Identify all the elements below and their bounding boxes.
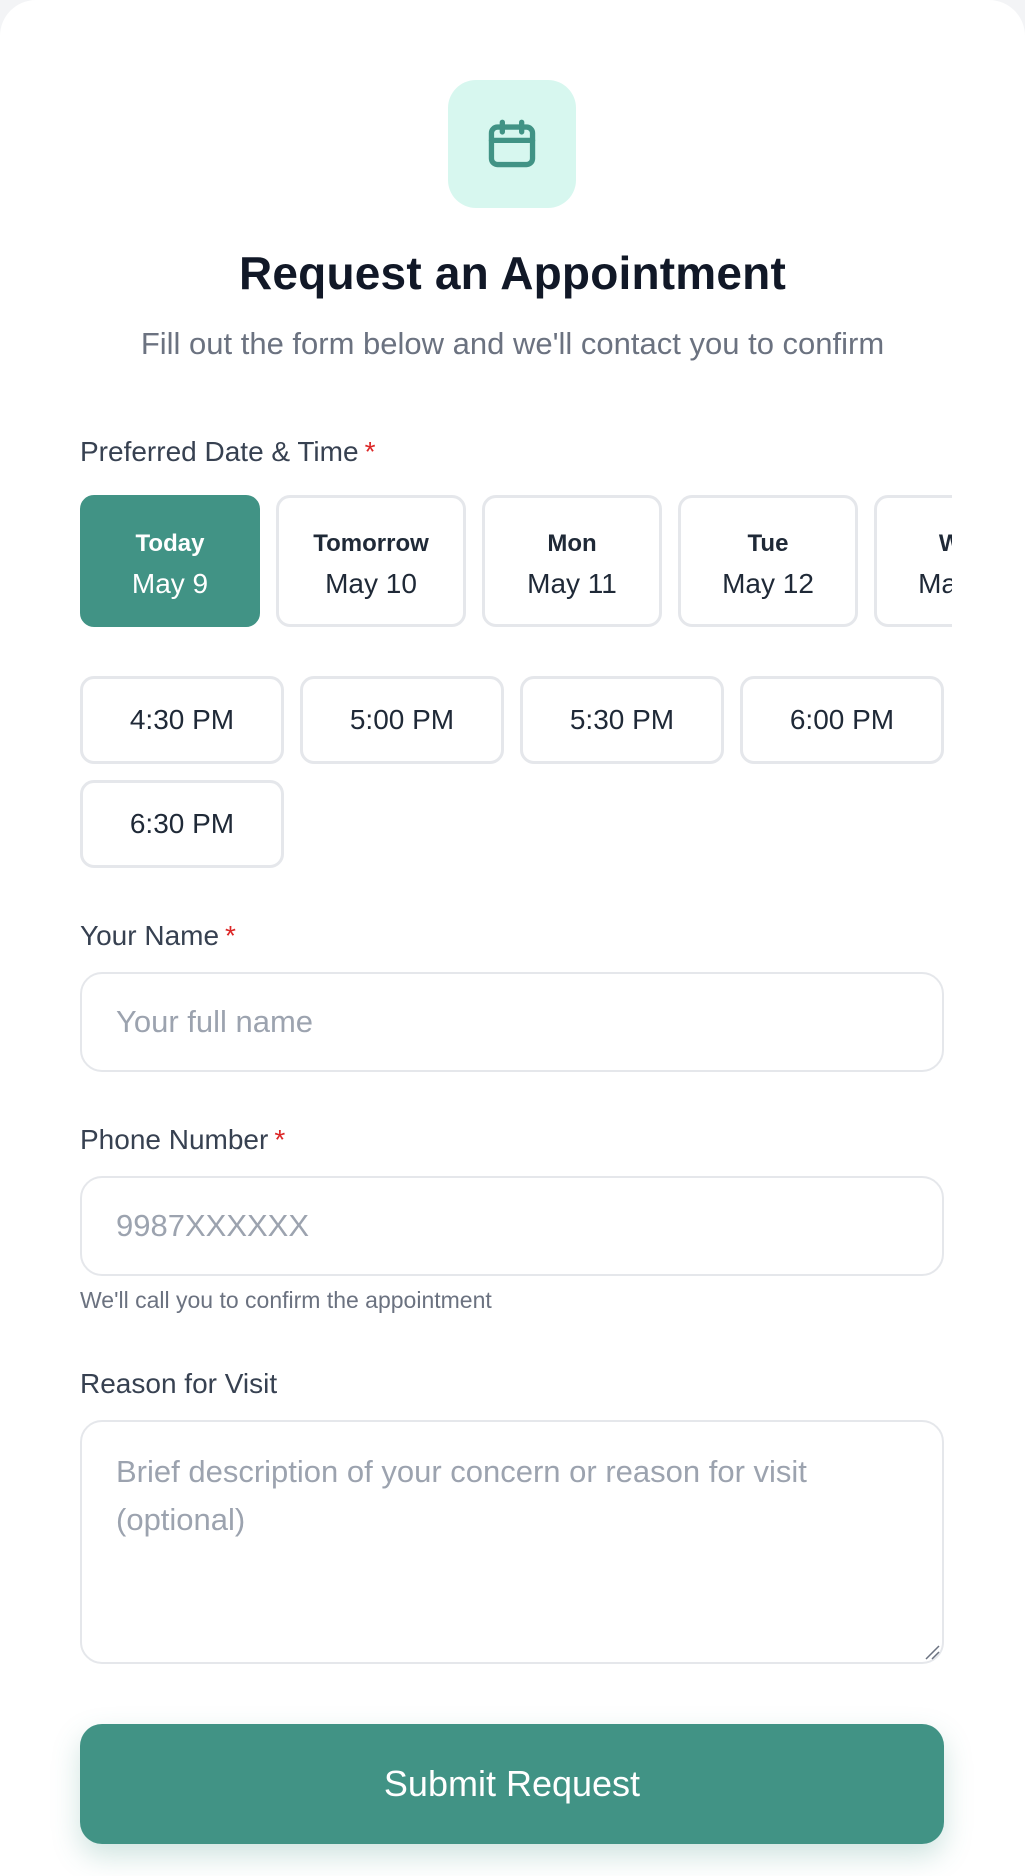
required-mark: *: [225, 920, 236, 951]
date-chip-date: May 12: [722, 568, 814, 599]
time-slot-0500pm[interactable]: 5:00 PM: [300, 676, 504, 764]
time-slot-0630pm[interactable]: 6:30 PM: [80, 780, 284, 868]
date-chip-date: May 9: [131, 568, 209, 599]
calendar-icon-tile: [448, 80, 576, 208]
date-chip-tue[interactable]: Tue May 12: [678, 495, 858, 627]
name-input[interactable]: [80, 972, 944, 1072]
calendar-icon: [488, 119, 536, 168]
date-chip-mon[interactable]: Mon May 11: [482, 495, 662, 627]
required-mark: *: [364, 436, 376, 467]
page-title: Request an Appointment: [238, 247, 787, 299]
date-selector: Today May 9 Tomorrow May 10 Mon May 11 T…: [80, 495, 952, 627]
reason-textarea[interactable]: [80, 1420, 944, 1664]
appointment-card: Request an Appointment Fill out the form…: [0, 0, 1025, 1876]
date-chip-today[interactable]: Today May 9: [80, 495, 260, 627]
date-chip-day: Mon: [547, 530, 597, 557]
date-chip-day: Tue: [747, 530, 789, 557]
date-chip-day: Tomorrow: [313, 530, 429, 557]
date-chip-date: May 11: [527, 568, 617, 599]
date-chip-tomorrow[interactable]: Tomorrow May 10: [276, 495, 466, 627]
date-chip-day: Wed: [938, 530, 952, 557]
phone-label: Phone Number *: [80, 1124, 285, 1156]
date-time-label: Preferred Date & Time *: [80, 436, 375, 468]
time-slot-0430pm[interactable]: 4:30 PM: [80, 676, 284, 764]
phone-label-text: Phone Number: [80, 1124, 269, 1155]
time-slot-0600pm[interactable]: 6:00 PM: [740, 676, 944, 764]
date-chip-wed[interactable]: Wed May 13: [874, 495, 952, 627]
resize-grip-icon[interactable]: [924, 1644, 940, 1660]
required-mark: *: [274, 1124, 286, 1155]
phone-input[interactable]: [80, 1176, 944, 1276]
page-subtitle: Fill out the form below and we'll contac…: [140, 326, 885, 361]
date-chip-day: Today: [135, 530, 205, 557]
name-label: Your Name *: [80, 920, 236, 952]
date-chip-date: May 13: [918, 568, 952, 599]
reason-label: Reason for Visit: [80, 1368, 278, 1399]
date-time-label-text: Preferred Date & Time: [80, 436, 359, 467]
name-label-text: Your Name: [80, 920, 220, 951]
date-chip-date: May 10: [325, 568, 417, 599]
time-slot-0530pm[interactable]: 5:30 PM: [520, 676, 724, 764]
submit-request-button[interactable]: Submit Request: [80, 1724, 944, 1844]
phone-helper-text: We'll call you to confirm the appointmen…: [80, 1287, 492, 1313]
